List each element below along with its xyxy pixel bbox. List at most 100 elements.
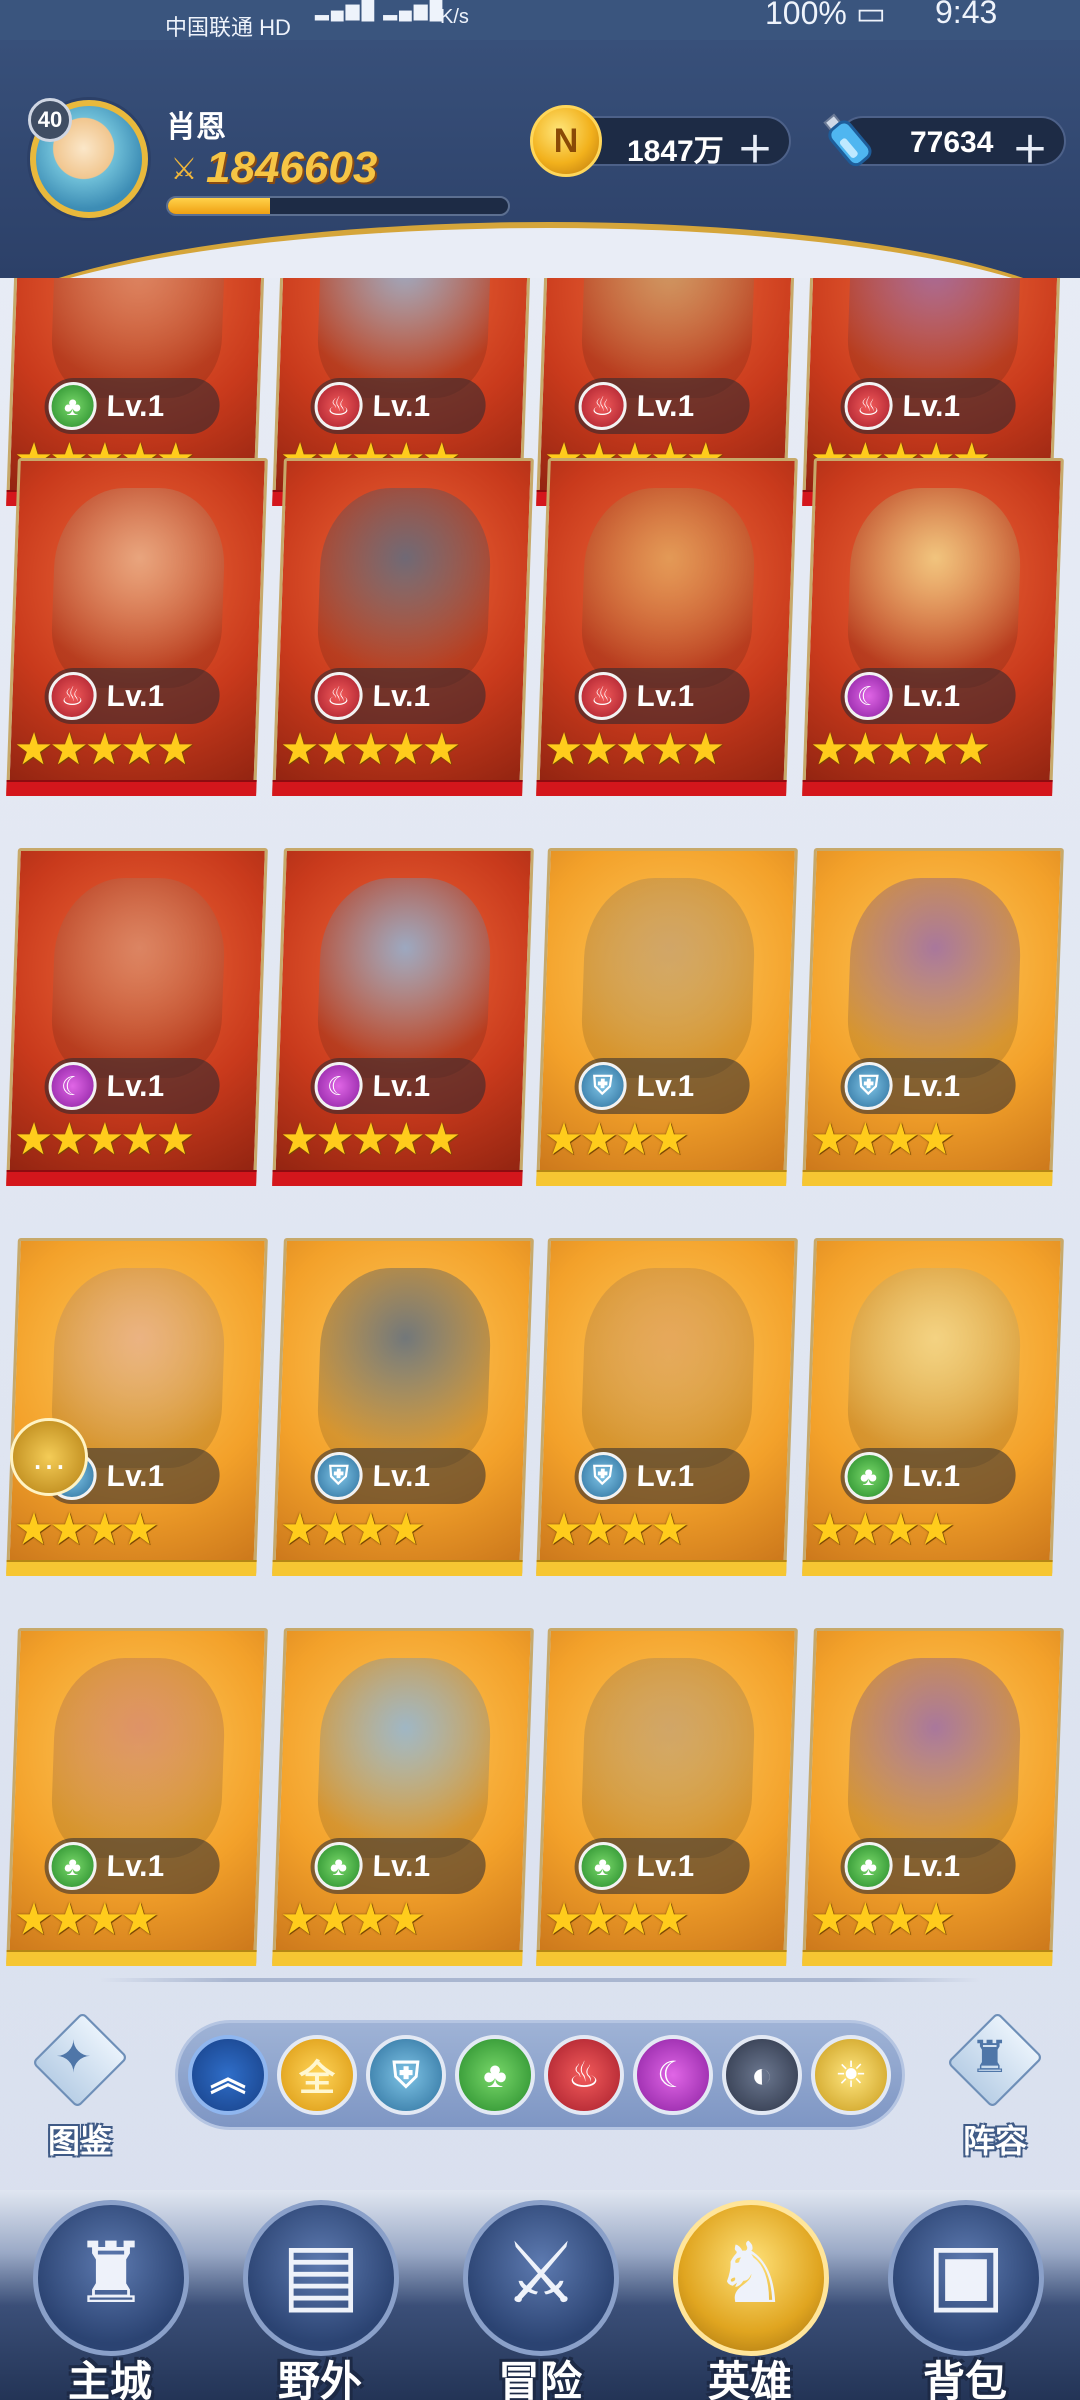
- hero-level: Lv.1: [635, 680, 695, 713]
- hero-card[interactable]: ☾ Lv.1 ★★★★★: [272, 848, 534, 1186]
- hero-level: Lv.1: [371, 680, 431, 713]
- hero-card[interactable]: ♨Lv.1 ★★★★★: [6, 458, 268, 796]
- hero-level: Lv.1: [371, 390, 431, 423]
- hero-level-pill: ☾ Lv.1: [43, 1058, 221, 1114]
- codex-button[interactable]: ✦ 图鉴: [25, 2010, 135, 2160]
- hero-level-pill: ♨ Lv.1: [573, 668, 751, 724]
- nav-icon: ♞: [713, 2226, 789, 2320]
- filter-steel-button[interactable]: ⛨: [366, 2035, 446, 2115]
- filter-shadow-button[interactable]: ◐: [722, 2035, 802, 2115]
- nav-icon: ▤: [281, 2226, 361, 2320]
- combat-power: 1846603: [206, 143, 378, 192]
- fire-element-icon: ♨: [313, 672, 364, 720]
- add-coins-button[interactable]: ＋: [737, 121, 773, 173]
- nav-item[interactable]: ♞ 英雄: [665, 2200, 835, 2400]
- dark-element-icon: ☾: [47, 1062, 98, 1110]
- hero-rarity-bar: [272, 1170, 523, 1186]
- filter-dark-button[interactable]: ☾: [633, 2035, 713, 2115]
- hero-card[interactable]: ♣ Lv.1 ★★★★: [272, 1628, 534, 1966]
- hero-rarity-bar: [272, 1950, 523, 1966]
- hero-stars: ★★★★: [808, 1115, 953, 1164]
- hero-rarity-bar: [6, 1950, 257, 1966]
- add-potions-button[interactable]: ＋: [1012, 121, 1048, 173]
- coin-value: 1847万: [627, 135, 724, 168]
- hero-stars: ★★★★★: [12, 725, 192, 774]
- hero-level-pill: ♣ Lv.1: [43, 1838, 221, 1894]
- hero-level-pill: ♣ Lv.1: [839, 1838, 1017, 1894]
- hero-portrait: [579, 488, 757, 688]
- nav-item[interactable]: ⚔ 冒险: [455, 2200, 625, 2400]
- hero-portrait: [315, 1268, 493, 1468]
- nature-element-icon: ♣: [47, 1842, 98, 1890]
- hero-card[interactable]: ☾ Lv.1 ★★★★★: [6, 848, 268, 1186]
- hero-rarity-bar: [6, 1560, 257, 1576]
- carrier-label: 中国联通 HD: [165, 15, 291, 40]
- nature-element-icon: ♣: [47, 382, 98, 430]
- hero-rarity-bar: [272, 1560, 523, 1576]
- fire-element-icon: ♨: [577, 382, 628, 430]
- hero-stars: ★★★★★: [12, 1115, 192, 1164]
- hero-level-pill: ☾ Lv.1: [309, 1058, 487, 1114]
- hero-card[interactable]: ⛨Lv.1★★★★: [536, 1238, 798, 1576]
- hero-stars: ★★★★★: [278, 1115, 458, 1164]
- element-filter-bar: ︽ 全 ⛨ ♣ ♨ ☾ ◐ ☀: [175, 2020, 905, 2130]
- lineup-button[interactable]: ♜ 阵容: [940, 2010, 1050, 2160]
- hero-card[interactable]: ⛨Lv.1★★★★: [536, 848, 798, 1186]
- nav-label: 野外: [277, 2358, 362, 2400]
- hero-level: Lv.1: [901, 1460, 961, 1493]
- hero-card[interactable]: ♨Lv.1★★★★★: [272, 458, 534, 796]
- hero-level-pill: ⛨Lv.1: [573, 1448, 751, 1504]
- nav-label: 冒险: [497, 2358, 582, 2400]
- hero-level-pill: ⛨Lv.1: [839, 1058, 1017, 1114]
- hero-level-pill: ♣ Lv.1: [43, 378, 221, 434]
- hero-stars: ★★★★: [12, 1505, 157, 1554]
- hero-stars: ★★★★★: [542, 725, 722, 774]
- filter-nature-button[interactable]: ♣: [455, 2035, 535, 2115]
- hero-level: Lv.1: [105, 680, 165, 713]
- hero-level: Lv.1: [901, 1070, 961, 1103]
- hero-card[interactable]: ⛨Lv.1★★★★: [272, 1238, 534, 1576]
- hero-card[interactable]: ♣ Lv.1 ★★★★: [536, 1628, 798, 1966]
- nav-label: 主城: [67, 2358, 152, 2400]
- hero-rarity-bar: [802, 780, 1053, 796]
- hero-rarity-bar: [536, 780, 787, 796]
- clock: 9:43: [935, 0, 998, 30]
- nav-item[interactable]: ▤ 野外: [235, 2200, 405, 2400]
- nav-item[interactable]: ♜ 主城: [25, 2200, 195, 2400]
- hero-level-pill: ☾ Lv.1: [839, 668, 1017, 724]
- hero-card[interactable]: ♨Lv.1★★★★★: [536, 458, 798, 796]
- hero-rarity-bar: [272, 780, 523, 796]
- hero-card[interactable]: ♣ Lv.1 ★★★★: [802, 1628, 1064, 1966]
- fire-element-icon: ♨: [47, 672, 98, 720]
- status-bar: 中国联通 HD ▂▄▆█ ▂▄▆█ K/s 100% ▭ 9:43: [0, 0, 1080, 40]
- hero-card[interactable]: ☾ Lv.1 ★★★★★: [802, 458, 1064, 796]
- hero-level: Lv.1: [635, 1460, 695, 1493]
- battery-level: 100% ▭: [765, 0, 886, 31]
- filter-light-button[interactable]: ☀: [811, 2035, 891, 2115]
- hero-card[interactable]: ⛨Lv.1★★★★: [6, 1238, 268, 1576]
- hero-rarity-bar: [6, 1170, 257, 1186]
- hero-card[interactable]: ♣ Lv.1 ★★★★: [6, 1628, 268, 1966]
- nav-item[interactable]: ▣ 背包: [880, 2200, 1050, 2400]
- hero-card[interactable]: ⛨Lv.1★★★★: [802, 848, 1064, 1186]
- hero-stars: ★★★★: [542, 1895, 687, 1944]
- filter-all-button[interactable]: 全: [277, 2035, 357, 2115]
- player-header: 40 肖恩 ⚔ 1846603 1847万 ＋ N 77634 ＋: [0, 40, 1080, 278]
- filter-fire-button[interactable]: ♨: [544, 2035, 624, 2115]
- hero-level: Lv.1: [371, 1850, 431, 1883]
- fire-element-icon: ♨: [843, 382, 894, 430]
- potion-value: 77634: [910, 126, 994, 159]
- hero-rarity-bar: [802, 1560, 1053, 1576]
- hero-level: Lv.1: [635, 390, 695, 423]
- hero-card[interactable]: ♣ Lv.1 ★★★★: [802, 1238, 1064, 1576]
- hero-stars: ★★★★: [542, 1505, 687, 1554]
- lineup-label: 阵容: [962, 2123, 1027, 2159]
- chat-icon[interactable]: …: [10, 1418, 88, 1496]
- hero-stars: ★★★★: [542, 1115, 687, 1164]
- filter-collapse-button[interactable]: ︽: [188, 2035, 268, 2115]
- grid-divider: [100, 1978, 980, 1982]
- coin-icon: N: [530, 105, 602, 177]
- steel-element-icon: ⛨: [313, 1452, 364, 1500]
- steel-element-icon: ⛨: [577, 1062, 628, 1110]
- hero-level: Lv.1: [105, 1070, 165, 1103]
